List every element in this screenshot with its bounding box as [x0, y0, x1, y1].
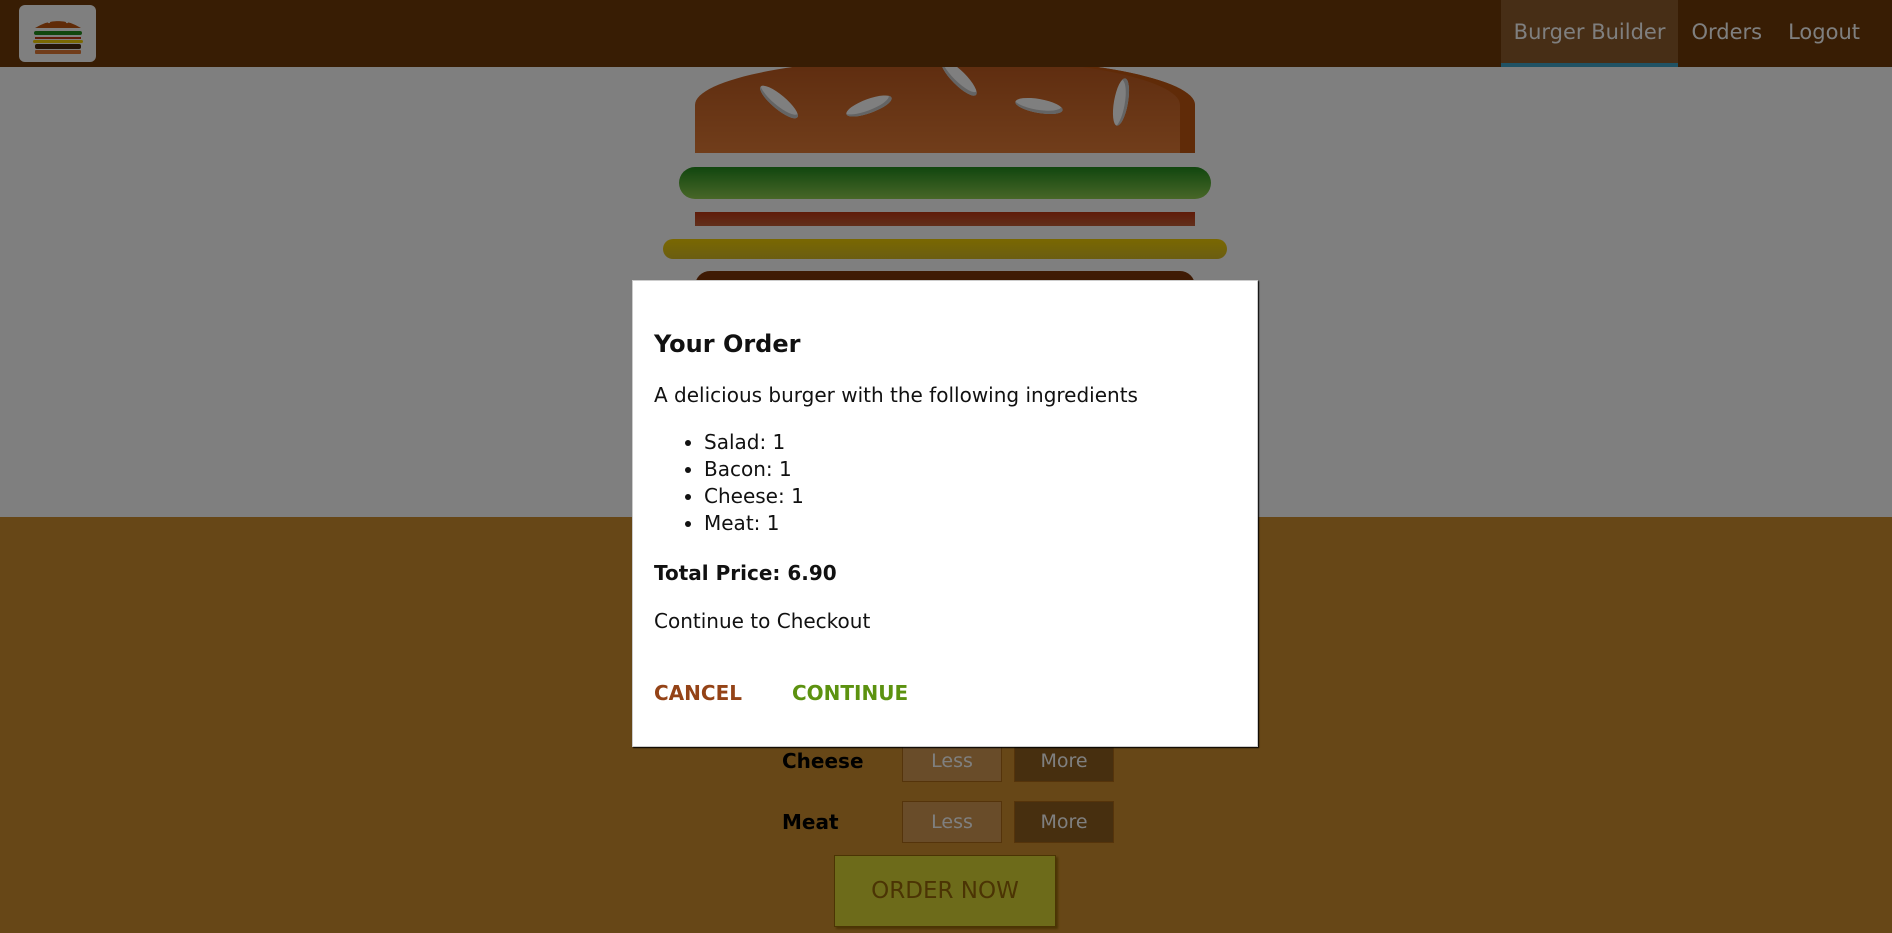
modal-description: A delicious burger with the following in…: [654, 383, 1138, 407]
total-price: Total Price: 6.90: [654, 561, 837, 585]
list-item: Cheese: 1: [704, 483, 1236, 510]
list-item: Meat: 1: [704, 510, 1236, 537]
modal-title: Your Order: [654, 330, 801, 358]
continue-button[interactable]: CONTINUE: [792, 681, 908, 705]
continue-prompt: Continue to Checkout: [654, 609, 871, 633]
cancel-button[interactable]: CANCEL: [654, 681, 742, 705]
order-summary-modal: Your Order A delicious burger with the f…: [632, 280, 1258, 747]
ingredient-list: Salad: 1 Bacon: 1 Cheese: 1 Meat: 1: [704, 429, 1236, 537]
list-item: Salad: 1: [704, 429, 1236, 456]
list-item: Bacon: 1: [704, 456, 1236, 483]
modal-actions: CANCEL CONTINUE: [654, 681, 1236, 705]
